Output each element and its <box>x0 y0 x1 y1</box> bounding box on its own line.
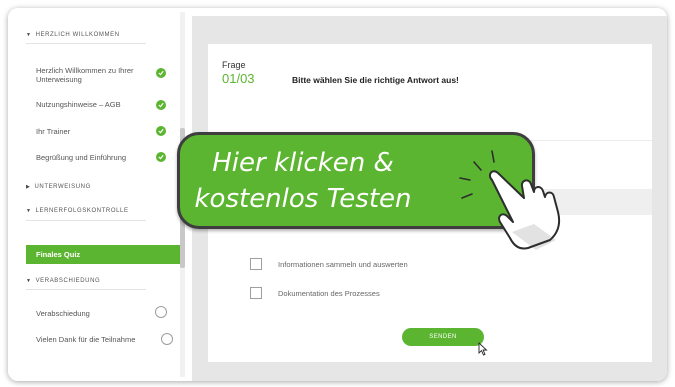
question-label: Frage <box>222 60 246 70</box>
course-sidebar: ▼ HERZLICH WILLKOMMEN Herzlich Willkommen… <box>8 8 186 381</box>
triangle-down-icon: ▼ <box>26 208 32 214</box>
divider <box>26 43 146 44</box>
section-unterweisung[interactable]: ▶ UNTERWEISUNG <box>26 184 91 190</box>
sidebar-item-verabschiedung[interactable]: Verabschiedung <box>36 309 90 318</box>
sidebar-item-begruessung[interactable]: Begrüßung und Einführung <box>36 153 126 162</box>
cta-line-2: kostenlos Testen <box>194 184 412 214</box>
triangle-down-icon: ▼ <box>26 32 32 38</box>
radio-circle-icon <box>161 333 173 345</box>
mouse-pointer-icon <box>478 342 488 356</box>
answer-checkbox[interactable] <box>250 287 262 299</box>
check-circle-icon <box>156 100 166 110</box>
answer-checkbox[interactable] <box>250 258 262 270</box>
pointing-hand-icon <box>459 150 561 250</box>
question-counter: 01/03 <box>222 71 255 86</box>
answer-option[interactable]: Dokumentation des Prozesses <box>278 289 380 298</box>
sidebar-item-finales-quiz[interactable]: Finales Quiz <box>26 245 180 264</box>
answer-option[interactable]: Informationen sammeln und auswerten <box>278 260 408 269</box>
section-herzlich-willkommen[interactable]: ▼ HERZLICH WILLKOMMEN <box>26 32 120 38</box>
divider <box>26 220 146 221</box>
check-circle-icon <box>156 68 166 78</box>
section-verabschiedung[interactable]: ▼ VERABSCHIEDUNG <box>26 278 100 284</box>
radio-circle-icon <box>155 306 167 318</box>
triangle-right-icon: ▶ <box>26 184 31 190</box>
sidebar-item-welcome[interactable]: Herzlich Willkommen zu Ihrer Unterweisun… <box>36 66 154 84</box>
question-text: Bitte wählen Sie die richtige Antwort au… <box>292 75 459 85</box>
check-circle-icon <box>156 126 166 136</box>
triangle-down-icon: ▼ <box>26 278 32 284</box>
send-button[interactable]: SENDEN <box>402 328 484 346</box>
cta-line-1: Hier klicken & <box>212 148 394 178</box>
divider <box>26 289 146 290</box>
sidebar-item-vielen-dank[interactable]: Vielen Dank für die Teilnahme <box>36 335 135 344</box>
check-circle-icon <box>156 152 166 162</box>
sidebar-item-nutzungshinweise[interactable]: Nutzungshinweise – AGB <box>36 100 121 109</box>
sidebar-item-trainer[interactable]: Ihr Trainer <box>36 127 70 136</box>
section-lernerfolgskontrolle[interactable]: ▼ LERNERFOLGSKONTROLLE <box>26 208 129 214</box>
